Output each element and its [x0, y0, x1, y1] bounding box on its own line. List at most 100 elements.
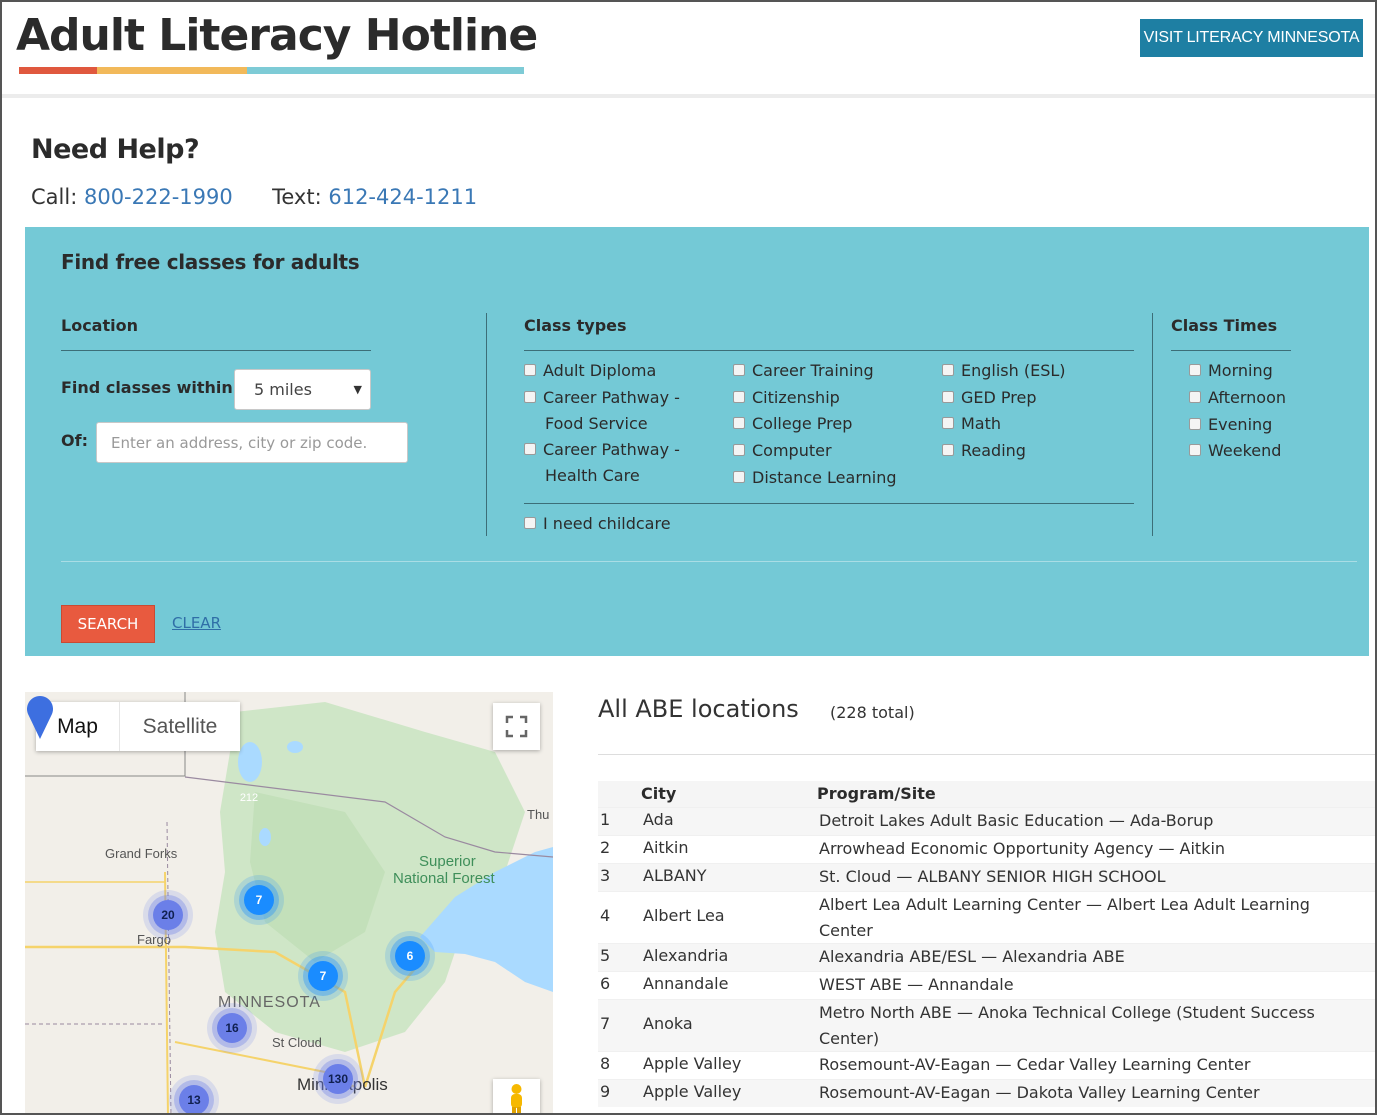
street-view-button[interactable] [493, 1079, 540, 1113]
checkbox-box[interactable] [733, 471, 745, 483]
cluster-marker[interactable]: 130 [323, 1064, 353, 1094]
checkbox-box[interactable] [524, 517, 536, 529]
checkbox-box[interactable] [1189, 418, 1201, 430]
checkbox-college-prep[interactable]: College Prep [733, 411, 852, 437]
fullscreen-button[interactable] [493, 703, 540, 750]
checkbox-box[interactable] [942, 417, 954, 429]
row-program-link[interactable]: Rosemount-AV-Eagan — Cedar Valley Learni… [819, 1052, 1339, 1078]
text-number-link[interactable]: 612-424-1211 [328, 185, 477, 209]
clear-link[interactable]: CLEAR [172, 614, 221, 632]
locations-map[interactable]: Grand Forks Fargo Superior National Fore… [25, 692, 553, 1113]
checkbox-box[interactable] [733, 417, 745, 429]
call-number-link[interactable]: 800-222-1990 [84, 185, 233, 209]
table-row[interactable]: 7 Anoka Metro North ABE — Anoka Technical … [598, 999, 1375, 1052]
search-panel-title: Find free classes for adults [61, 250, 360, 274]
checkbox-box[interactable] [733, 444, 745, 456]
checkbox-box[interactable] [942, 364, 954, 376]
checkbox-box[interactable] [524, 391, 536, 403]
checkbox-afternoon[interactable]: Afternoon [1189, 385, 1286, 411]
table-row[interactable]: 8 Apple Valley Rosemount-AV-Eagan — Cedar … [598, 1051, 1375, 1079]
row-program-link[interactable]: Albert Lea Adult Learning Center — Alber… [819, 892, 1339, 944]
checkbox-box[interactable] [942, 444, 954, 456]
map-label-st-cloud: St Cloud [272, 1035, 322, 1050]
cluster-marker[interactable]: 6 [395, 941, 425, 971]
results-rule [598, 754, 1375, 755]
row-program-link[interactable]: Alexandria ABE/ESL — Alexandria ABE [819, 944, 1339, 970]
row-number: 6 [600, 974, 611, 993]
checkbox-adult-diploma[interactable]: Adult Diploma [524, 358, 656, 384]
class-types-heading: Class types [524, 316, 627, 335]
checkbox-box[interactable] [942, 391, 954, 403]
checkbox-box[interactable] [524, 443, 536, 455]
dropdown-caret-icon: ▼ [353, 383, 362, 396]
divider-class-types [1152, 313, 1153, 536]
childcare-rule [524, 503, 1134, 504]
visit-literacy-minnesota-button[interactable]: VISIT LITERACY MINNESOTA [1140, 19, 1363, 57]
checkbox-career-pathway-food[interactable]: Career Pathway - Food Service [524, 385, 680, 437]
checkbox-childcare[interactable]: I need childcare [524, 511, 671, 537]
distance-select[interactable]: 5 miles ▼ [234, 369, 371, 410]
checkbox-morning[interactable]: Morning [1189, 358, 1273, 384]
checkbox-box[interactable] [1189, 364, 1201, 376]
table-row[interactable]: 4 Albert Lea Albert Lea Adult Learning Cen… [598, 891, 1375, 944]
map-label-minnesota: MINNESOTA [218, 994, 321, 1011]
table-header: City Program/Site [598, 781, 1375, 807]
results-title: All ABE locations [598, 695, 799, 723]
column-header-program[interactable]: Program/Site [817, 784, 936, 803]
checkbox-english-esl[interactable]: English (ESL) [942, 358, 1066, 384]
checkbox-citizenship[interactable]: Citizenship [733, 385, 840, 411]
checkbox-career-training[interactable]: Career Training [733, 358, 874, 384]
checkbox-box[interactable] [733, 364, 745, 376]
checkbox-evening[interactable]: Evening [1189, 412, 1272, 438]
divider-location [486, 313, 487, 536]
class-times-rule [1171, 350, 1291, 351]
table-row[interactable]: 9 Apple Valley Rosemount-AV-Eagan — Dakota… [598, 1079, 1375, 1107]
row-program-link[interactable]: Detroit Lakes Adult Basic Education — Ad… [819, 808, 1339, 834]
row-number: 5 [600, 946, 611, 965]
cluster-marker[interactable]: 20 [153, 900, 183, 930]
location-pin-icon[interactable] [25, 692, 55, 740]
checkbox-box[interactable] [733, 391, 745, 403]
row-program-link[interactable]: Arrowhead Economic Opportunity Agency — … [819, 836, 1339, 862]
checkbox-distance-learning[interactable]: Distance Learning [733, 465, 897, 491]
checkbox-box[interactable] [524, 364, 536, 376]
map-label-superior: Superior [419, 853, 476, 870]
checkbox-box[interactable] [1189, 391, 1201, 403]
column-header-city[interactable]: City [641, 784, 676, 803]
cluster-marker[interactable]: 7 [244, 885, 274, 915]
row-program-link[interactable]: Rosemount-AV-Eagan — Dakota Valley Learn… [819, 1080, 1339, 1106]
distance-select-value: 5 miles [254, 380, 312, 399]
table-row[interactable]: 1 Ada Detroit Lakes Adult Basic Education … [598, 807, 1375, 835]
cluster-marker[interactable]: 13 [179, 1085, 209, 1113]
table-row[interactable]: 5 Alexandria Alexandria ABE/ESL — Alexandr… [598, 943, 1375, 971]
table-row[interactable]: 6 Annandale WEST ABE — Annandale [598, 971, 1375, 999]
row-city: Ada [643, 810, 674, 829]
address-input[interactable] [96, 422, 408, 463]
table-row[interactable]: 3 ALBANY St. Cloud — ALBANY SENIOR HIGH SC… [598, 863, 1375, 891]
checkbox-computer[interactable]: Computer [733, 438, 832, 464]
row-city: Anoka [643, 1014, 693, 1033]
row-number: 3 [600, 866, 611, 885]
row-program-link[interactable]: St. Cloud — ALBANY SENIOR HIGH SCHOOL [819, 864, 1339, 890]
search-button[interactable]: SEARCH [61, 605, 155, 643]
row-program-link[interactable]: Metro North ABE — Anoka Technical Colleg… [819, 1000, 1339, 1052]
satellite-tab[interactable]: Satellite [120, 702, 240, 751]
cluster-marker[interactable]: 7 [308, 961, 338, 991]
results-total-count: (228 total) [830, 703, 915, 722]
location-rule [61, 350, 371, 351]
row-program-link[interactable]: WEST ABE — Annandale [819, 972, 1339, 998]
checkbox-box[interactable] [1189, 444, 1201, 456]
table-row[interactable]: 2 Aitkin Arrowhead Economic Opportunity Ag… [598, 835, 1375, 863]
site-logo[interactable]: Adult Literacy Hotline [16, 10, 538, 61]
checkbox-reading[interactable]: Reading [942, 438, 1026, 464]
checkbox-career-pathway-health[interactable]: Career Pathway - Health Care [524, 437, 680, 489]
find-classes-within-label: Find classes within [61, 378, 233, 397]
checkbox-weekend[interactable]: Weekend [1189, 438, 1281, 464]
map-label-fargo: Fargo [137, 932, 171, 947]
row-number: 9 [600, 1082, 611, 1101]
row-city: Annandale [643, 974, 729, 993]
text-label: Text: [272, 185, 322, 209]
checkbox-math[interactable]: Math [942, 411, 1001, 437]
cluster-marker[interactable]: 16 [217, 1013, 247, 1043]
checkbox-ged-prep[interactable]: GED Prep [942, 385, 1037, 411]
